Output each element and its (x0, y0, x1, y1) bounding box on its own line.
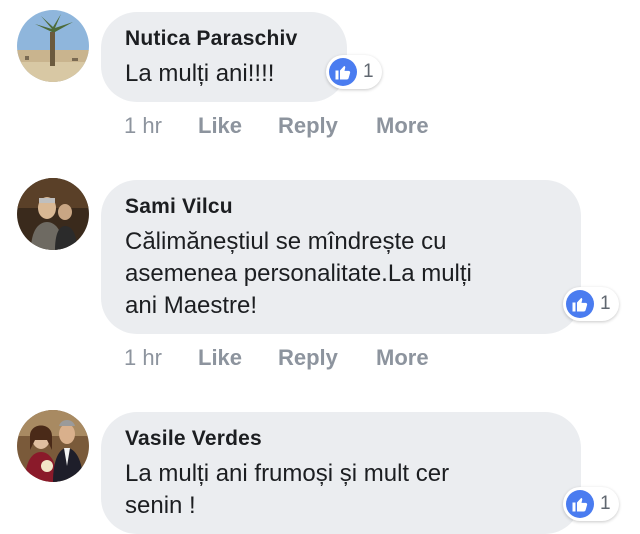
comment-actions: 1 hr Like Reply More (124, 113, 429, 139)
like-icon (566, 490, 594, 518)
comment-text-line: asemenea personalitate.La mulți (125, 260, 472, 287)
reaction-count: 1 (600, 293, 611, 314)
comment-text-line: ani Maestre! (125, 292, 258, 319)
more-link[interactable]: More (376, 345, 429, 371)
timestamp[interactable]: 1 hr (124, 113, 198, 139)
like-icon (566, 290, 594, 318)
reply-link[interactable]: Reply (278, 113, 376, 139)
like-link[interactable]: Like (198, 113, 278, 139)
avatar[interactable] (17, 10, 89, 82)
comment-text-line: senin ! (125, 492, 196, 519)
reaction-badge[interactable]: 1 (563, 487, 619, 521)
like-icon (329, 58, 357, 86)
comment-text: La mulți ani frumoși și mult cer senin ! (125, 458, 555, 522)
comment-bubble: Nutica Paraschiv La mulți ani!!!! (101, 12, 347, 102)
reaction-count: 1 (600, 493, 611, 514)
more-link[interactable]: More (376, 113, 429, 139)
comment-author[interactable]: Nutica Paraschiv (125, 26, 321, 52)
comment-text: Călimăneștiul se mîndrește cu asemenea p… (125, 226, 555, 322)
timestamp[interactable]: 1 hr (124, 345, 198, 371)
avatar[interactable] (17, 410, 89, 482)
reaction-badge[interactable]: 1 (563, 287, 619, 321)
reaction-count: 1 (363, 61, 374, 82)
like-link[interactable]: Like (198, 345, 278, 371)
avatar[interactable] (17, 178, 89, 250)
comment-author[interactable]: Sami Vilcu (125, 194, 555, 220)
comment-bubble: Sami Vilcu Călimăneștiul se mîndrește cu… (101, 180, 581, 334)
comment-text-line: Călimăneștiul se mîndrește cu (125, 228, 447, 255)
reply-link[interactable]: Reply (278, 345, 376, 371)
comment-author[interactable]: Vasile Verdes (125, 426, 555, 452)
comment-text: La mulți ani!!!! (125, 60, 275, 87)
comment-bubble: Vasile Verdes La mulți ani frumoși și mu… (101, 412, 581, 534)
comment-actions: 1 hr Like Reply More (124, 345, 429, 371)
comment-text-line: La mulți ani frumoși și mult cer (125, 460, 450, 487)
reaction-badge[interactable]: 1 (326, 55, 382, 89)
